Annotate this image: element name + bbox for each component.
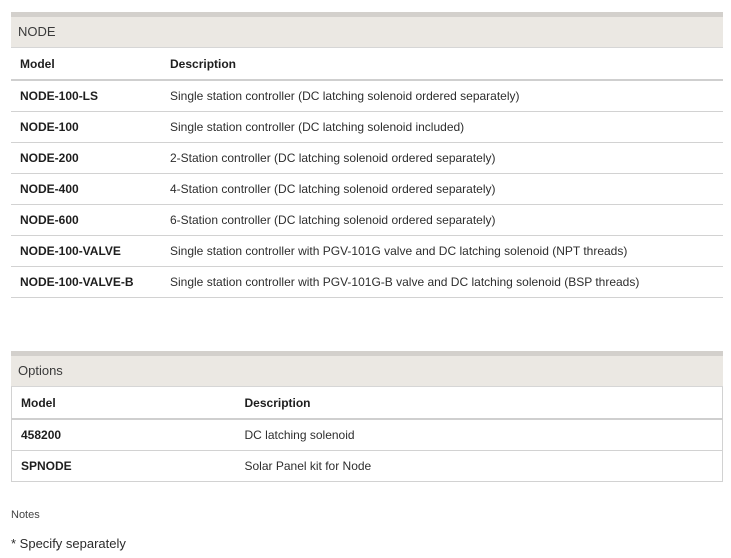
table-row: NODE-100-LS Single station controller (D… <box>11 80 723 112</box>
options-table-header-row: Model Description <box>11 386 723 420</box>
node-table: Model Description NODE-100-LS Single sta… <box>11 47 723 298</box>
model-cell: NODE-100-VALVE-B <box>11 266 161 298</box>
description-cell: DC latching solenoid <box>235 419 723 451</box>
notes-title: Notes <box>11 509 40 521</box>
description-cell: Single station controller (DC latching s… <box>161 111 723 143</box>
node-table-header-row: Model Description <box>11 47 723 81</box>
description-column-header: Description <box>161 47 723 81</box>
options-section-title: Options <box>11 351 723 386</box>
description-cell: 6-Station controller (DC latching soleno… <box>161 204 723 236</box>
description-cell: Single station controller with PGV-101G … <box>161 235 723 267</box>
options-table: Model Description 458200 DC latching sol… <box>11 386 723 482</box>
model-cell: NODE-400 <box>11 173 161 205</box>
table-row: 458200 DC latching solenoid <box>11 419 723 451</box>
model-cell: NODE-200 <box>11 142 161 174</box>
model-cell: NODE-100 <box>11 111 161 143</box>
table-row: NODE-100-VALVE Single station controller… <box>11 235 723 267</box>
table-row: SPNODE Solar Panel kit for Node <box>11 450 723 482</box>
description-cell: Solar Panel kit for Node <box>235 450 723 482</box>
options-table-block: Options Model Description 458200 DC latc… <box>11 351 723 482</box>
description-cell: 2-Station controller (DC latching soleno… <box>161 142 723 174</box>
description-cell: Single station controller with PGV-101G-… <box>161 266 723 298</box>
node-table-block: NODE Model Description NODE-100-LS Singl… <box>11 12 723 298</box>
node-section-title: NODE <box>11 12 723 47</box>
model-cell: NODE-100-VALVE <box>11 235 161 267</box>
notes-text: * Specify separately <box>11 536 126 551</box>
model-cell: NODE-100-LS <box>11 80 161 112</box>
model-cell: 458200 <box>11 419 236 451</box>
description-cell: 4-Station controller (DC latching soleno… <box>161 173 723 205</box>
table-row: NODE-100 Single station controller (DC l… <box>11 111 723 143</box>
table-row: NODE-600 6-Station controller (DC latchi… <box>11 204 723 236</box>
model-cell: SPNODE <box>11 450 236 482</box>
table-row: NODE-400 4-Station controller (DC latchi… <box>11 173 723 205</box>
model-column-header: Model <box>11 386 236 420</box>
table-row: NODE-100-VALVE-B Single station controll… <box>11 266 723 298</box>
description-cell: Single station controller (DC latching s… <box>161 80 723 112</box>
model-column-header: Model <box>11 47 161 81</box>
model-cell: NODE-600 <box>11 204 161 236</box>
description-column-header: Description <box>235 386 723 420</box>
table-row: NODE-200 2-Station controller (DC latchi… <box>11 142 723 174</box>
